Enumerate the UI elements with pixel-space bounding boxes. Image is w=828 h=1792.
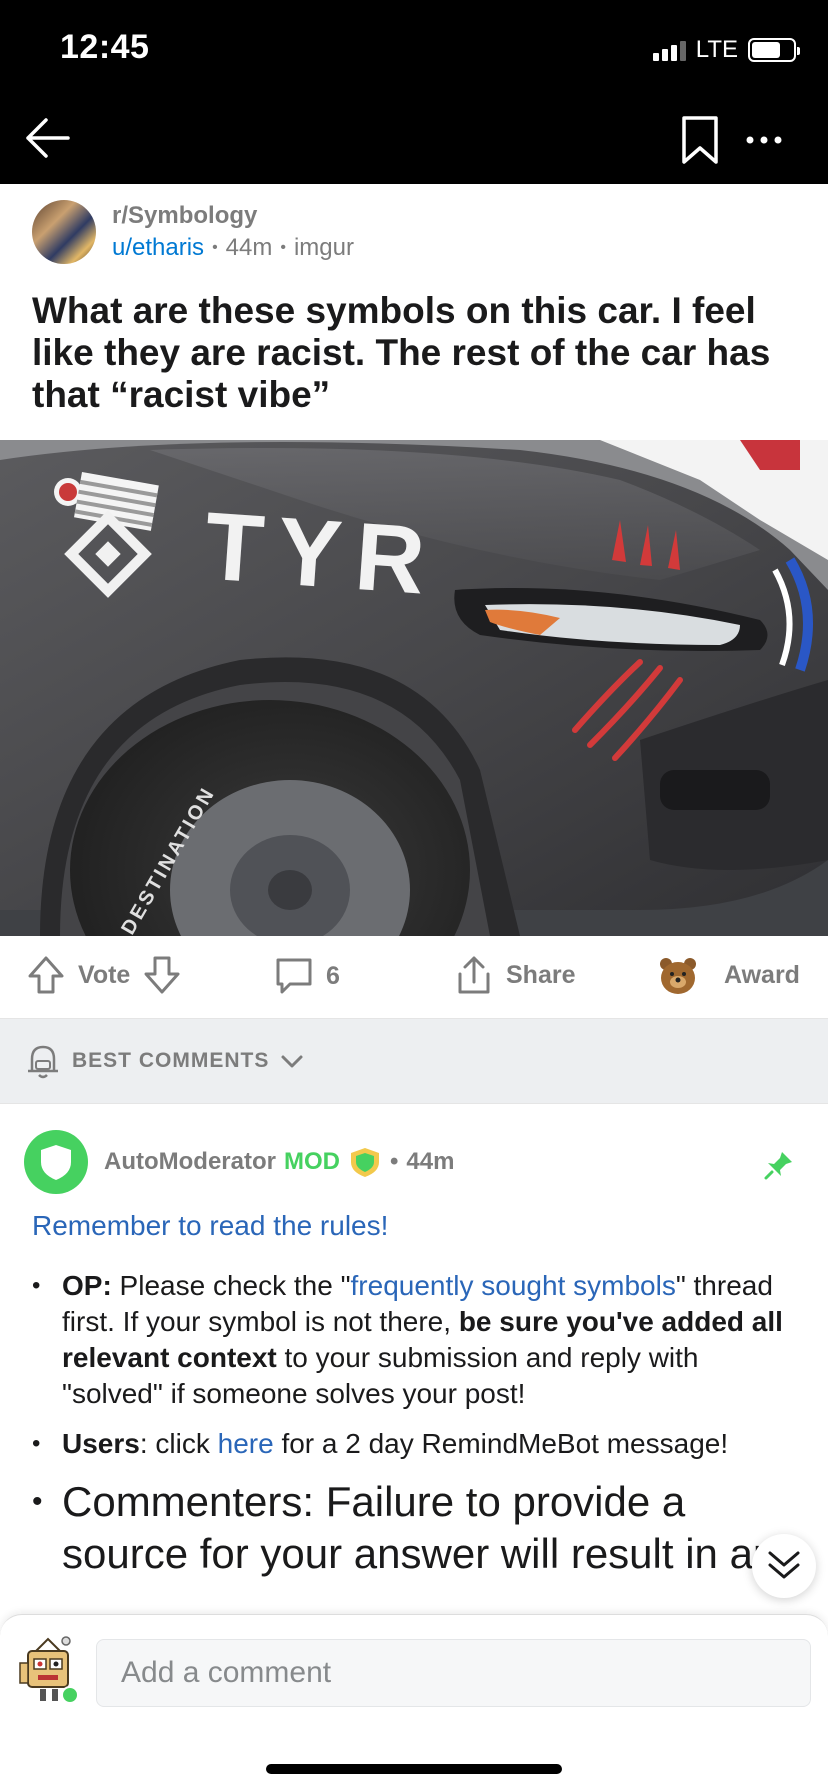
back-button[interactable] bbox=[20, 110, 76, 166]
user-avatar[interactable] bbox=[16, 1633, 82, 1707]
vote-control: Vote bbox=[26, 954, 182, 996]
signal-icon bbox=[652, 39, 686, 61]
vote-label: Vote bbox=[78, 960, 131, 989]
comment-count: 6 bbox=[326, 961, 340, 990]
list-text: : click bbox=[139, 1428, 218, 1459]
comment-body-list: OP: Please check the "frequently sought … bbox=[32, 1268, 802, 1594]
car-illustration: DESTINATION TYR bbox=[0, 440, 828, 936]
share-button[interactable]: Share bbox=[454, 954, 575, 996]
comment-icon bbox=[276, 958, 312, 994]
list-text: Please check the " bbox=[111, 1270, 351, 1301]
post-meta: u/etharis • 44m • imgur bbox=[112, 234, 354, 262]
battery-icon bbox=[748, 38, 800, 62]
sort-selector[interactable]: BEST COMMENTS bbox=[24, 1041, 305, 1081]
share-label: Share bbox=[506, 960, 576, 989]
scroll-to-next-button[interactable] bbox=[752, 1534, 816, 1598]
post-author[interactable]: u/etharis bbox=[112, 234, 204, 262]
comment-sort-bar: BEST COMMENTS bbox=[0, 1018, 828, 1104]
commenter-avatar[interactable] bbox=[24, 1130, 88, 1194]
comment-age: 44m bbox=[406, 1148, 455, 1175]
list-item: OP: Please check the "frequently sought … bbox=[32, 1268, 802, 1412]
downvote-icon[interactable] bbox=[142, 954, 182, 996]
comment-author[interactable]: AutoModerator bbox=[104, 1148, 276, 1176]
mod-label: MOD bbox=[283, 1148, 340, 1175]
decal-text: TYR bbox=[201, 492, 442, 615]
home-indicator-area bbox=[0, 1724, 828, 1792]
post-domain[interactable]: imgur bbox=[294, 234, 354, 262]
share-icon bbox=[458, 956, 490, 994]
award-icon bbox=[660, 958, 696, 994]
mod-shield-icon bbox=[350, 1148, 379, 1177]
separator-dot: • bbox=[389, 1148, 399, 1175]
network-label: LTE bbox=[695, 36, 738, 63]
separator-dot: • bbox=[280, 239, 286, 256]
list-text: Commenters: Failure to provide a source … bbox=[62, 1478, 777, 1577]
more-icon bbox=[746, 136, 782, 144]
shield-icon bbox=[41, 1145, 71, 1180]
award-label: Award bbox=[724, 960, 800, 989]
award-button[interactable]: Award bbox=[658, 952, 800, 998]
subreddit-name[interactable]: r/Symbology bbox=[112, 202, 257, 230]
home-indicator[interactable] bbox=[266, 1764, 562, 1774]
users-label: Users bbox=[62, 1428, 140, 1459]
status-indicators: LTE bbox=[652, 36, 800, 64]
post-title: What are these symbols on this car. I fe… bbox=[32, 290, 771, 415]
post-header: r/Symbology u/etharis • 44m • imgur bbox=[0, 184, 828, 284]
op-label: OP: bbox=[62, 1270, 112, 1301]
list-item: Users: click here for a 2 day RemindMeBo… bbox=[32, 1426, 802, 1462]
subreddit-avatar[interactable] bbox=[32, 200, 96, 264]
list-item: Commenters: Failure to provide a source … bbox=[32, 1476, 802, 1580]
more-options-button[interactable] bbox=[736, 120, 796, 160]
comments-button[interactable]: 6 bbox=[274, 956, 340, 996]
add-comment-input[interactable]: Add a comment bbox=[96, 1639, 811, 1707]
nav-bar bbox=[0, 100, 828, 184]
sort-label: BEST COMMENTS bbox=[72, 1049, 270, 1072]
post-image[interactable]: DESTINATION TYR bbox=[0, 440, 828, 936]
comment-composer: Add a comment bbox=[0, 1614, 828, 1724]
bell-icon bbox=[28, 1045, 58, 1079]
upvote-icon[interactable] bbox=[26, 954, 66, 996]
chevron-down-icon bbox=[281, 1055, 303, 1068]
status-bar: 12:45 LTE bbox=[0, 0, 828, 100]
pin-icon bbox=[764, 1152, 792, 1180]
post-action-bar: Vote 6 Share Award bbox=[0, 936, 828, 1018]
remindme-link[interactable]: here bbox=[218, 1428, 274, 1459]
bookmark-button[interactable] bbox=[676, 112, 724, 168]
comment-author-row: AutoModerator MOD • 44m bbox=[104, 1146, 454, 1178]
back-arrow-icon bbox=[26, 118, 70, 158]
double-chevron-down-icon bbox=[768, 1551, 800, 1579]
frequently-sought-symbols-link[interactable]: frequently sought symbols bbox=[351, 1270, 676, 1301]
status-time: 12:45 bbox=[60, 28, 150, 66]
post-age: 44m bbox=[225, 234, 273, 261]
list-text: for a 2 day RemindMeBot message! bbox=[273, 1428, 729, 1459]
rules-link[interactable]: Remember to read the rules! bbox=[32, 1210, 388, 1242]
bookmark-icon bbox=[682, 116, 718, 164]
separator-dot: • bbox=[212, 239, 218, 256]
